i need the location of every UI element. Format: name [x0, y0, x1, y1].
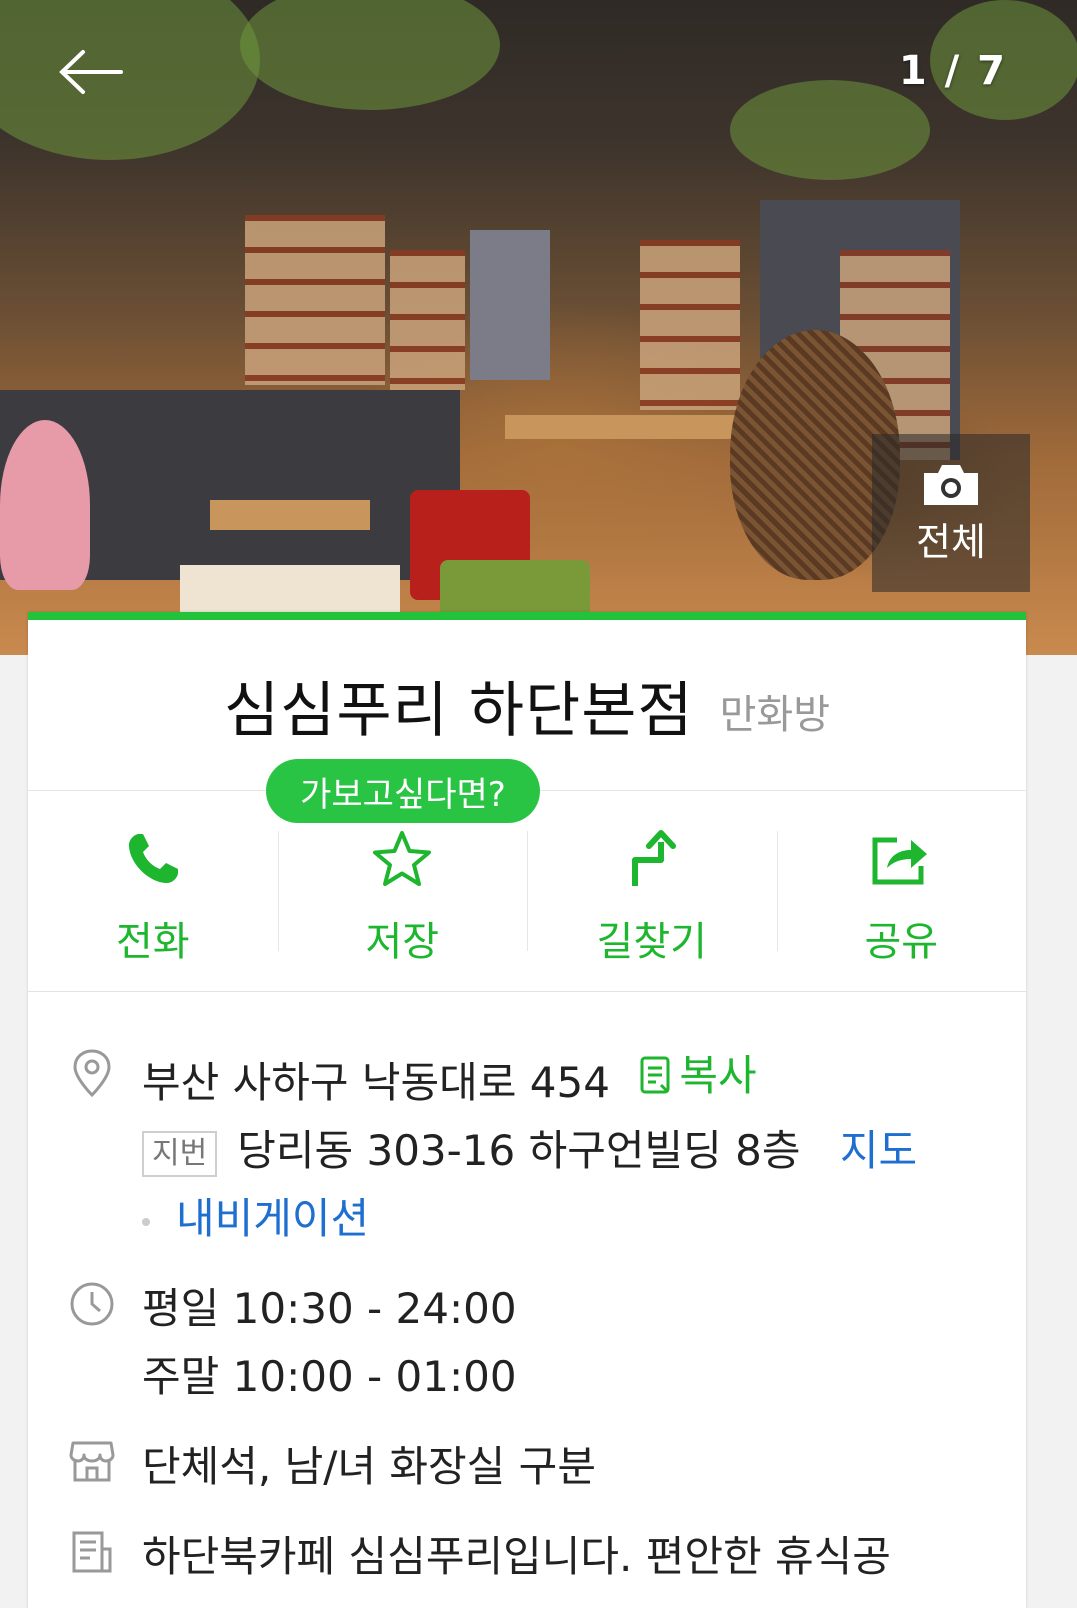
- place-category: 만화방: [719, 692, 831, 738]
- action-bar: 가보고싶다면? 전화 저장 길찾기 공유: [28, 759, 1027, 992]
- back-arrow-icon: [59, 50, 123, 94]
- place-name: 심심푸리 하단본점: [223, 675, 694, 746]
- facilities-text: 단체석, 남/녀 화장실 구분: [142, 1442, 596, 1491]
- call-label: 전화: [115, 919, 190, 965]
- copy-address-button[interactable]: 복사: [639, 1042, 757, 1110]
- photo-counter: 1 / 7: [898, 48, 1007, 94]
- directions-button[interactable]: 길찾기: [527, 791, 777, 991]
- description-row: 하단북카페 심심푸리입니다. 편안한 휴식공: [68, 1523, 1026, 1591]
- photo-bookshelf: [390, 250, 465, 390]
- photo-bookshelf: [245, 215, 385, 385]
- navigation-link[interactable]: 내비게이션: [176, 1194, 369, 1243]
- back-button[interactable]: [50, 40, 130, 104]
- all-photos-button[interactable]: 전체: [872, 434, 1030, 592]
- photo-figure: [0, 420, 90, 590]
- photo-chair: [440, 560, 590, 620]
- photo-tree: [240, 0, 500, 110]
- hours-row: 평일 10:30 - 24:00 주말 10:00 - 01:00: [68, 1275, 1026, 1411]
- facilities-row: 단체석, 남/녀 화장실 구분: [68, 1433, 1026, 1501]
- bullet-dot: [142, 1217, 150, 1226]
- info-section: 부산 사하구 낙동대로 454 복사 지번 당리동 303-16 하구언빌딩 8층…: [28, 992, 1026, 1591]
- photo-table: [505, 415, 745, 439]
- share-label: 공유: [864, 919, 939, 965]
- call-button[interactable]: 전화: [28, 791, 278, 991]
- directions-icon: [631, 830, 676, 886]
- save-button[interactable]: 저장: [277, 791, 528, 991]
- phone-icon: [128, 834, 178, 883]
- copy-label: 복사: [679, 1051, 757, 1100]
- place-card: 심심푸리 하단본점 만화방 가보고싶다면? 전화 저장 길찾기 공유 부산 사하…: [28, 612, 1026, 1608]
- document-icon: [72, 1531, 112, 1573]
- map-link[interactable]: 지도: [840, 1126, 917, 1175]
- camera-icon: [924, 464, 978, 505]
- copy-icon: [640, 1056, 670, 1094]
- star-icon: [373, 831, 432, 886]
- address-row: 부산 사하구 낙동대로 454 복사 지번 당리동 303-16 하구언빌딩 8층…: [68, 1042, 1026, 1253]
- all-photos-label: 전체: [916, 519, 986, 564]
- jibun-badge: 지번: [142, 1130, 218, 1177]
- jibun-address: 당리동 303-16 하구언빌딩 8층: [237, 1126, 801, 1175]
- directions-label: 길찾기: [596, 919, 707, 965]
- share-button[interactable]: 공유: [776, 791, 1027, 991]
- share-icon: [872, 837, 928, 885]
- photo-bookshelf: [640, 240, 740, 410]
- photo-table: [210, 500, 370, 530]
- photo-tree: [0, 0, 260, 160]
- photo-wifi-sign: [470, 230, 550, 380]
- location-pin-icon: [73, 1049, 111, 1098]
- save-label: 저장: [365, 919, 440, 965]
- weekday-hours: 평일 10:30 - 24:00: [142, 1284, 517, 1333]
- store-icon: [69, 1441, 115, 1482]
- clock-icon: [70, 1282, 114, 1326]
- road-address: 부산 사하구 낙동대로 454: [142, 1058, 610, 1107]
- photo-table: [180, 565, 400, 615]
- weekend-hours: 주말 10:00 - 01:00: [142, 1352, 517, 1401]
- description-text: 하단북카페 심심푸리입니다. 편안한 휴식공: [142, 1532, 891, 1581]
- photo-plant: [730, 80, 930, 180]
